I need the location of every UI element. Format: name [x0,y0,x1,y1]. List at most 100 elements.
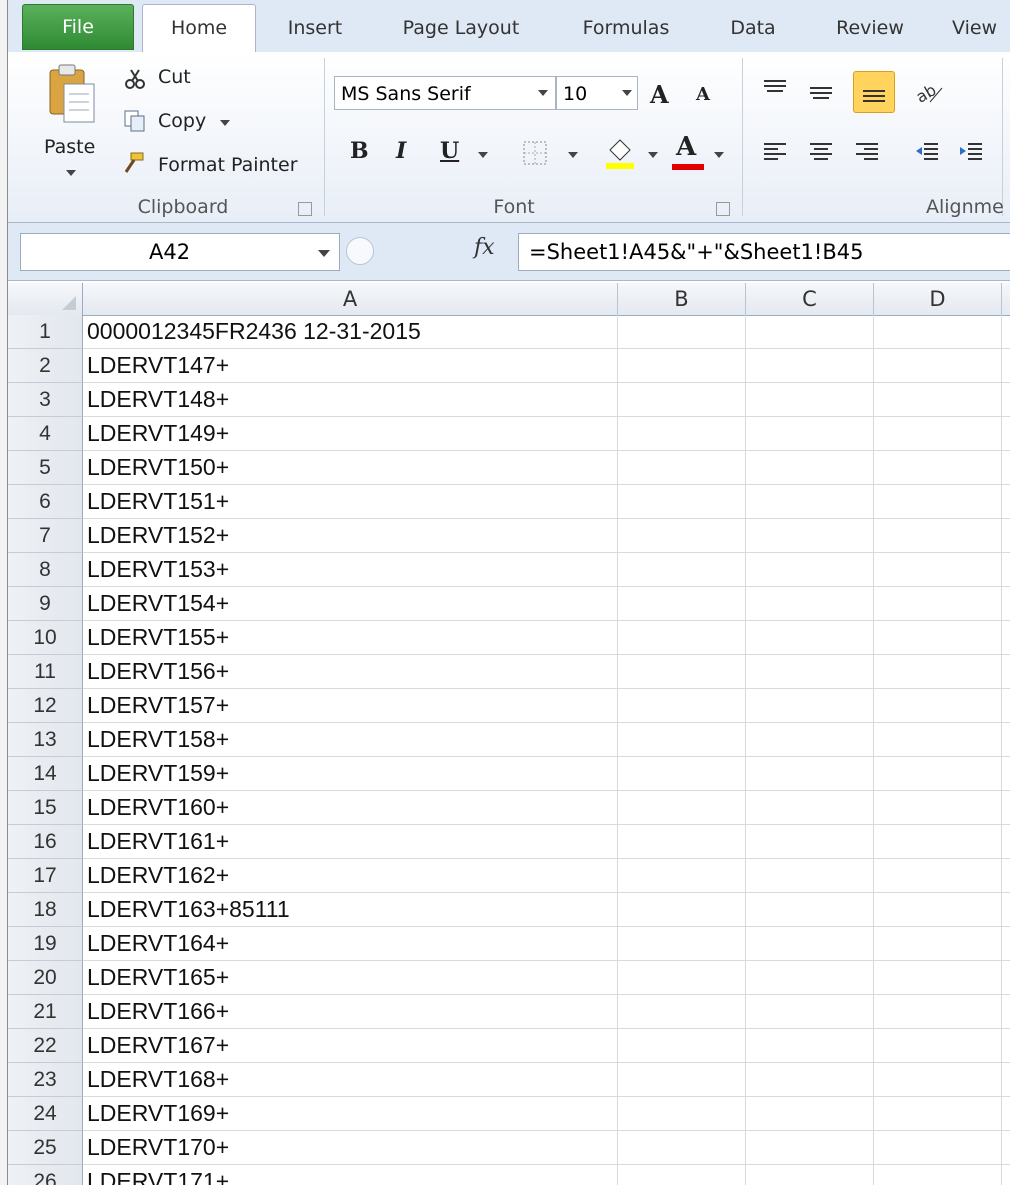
row-header[interactable]: 10 [8,621,83,655]
cell-b[interactable] [618,485,746,519]
paste-dropdown-icon[interactable] [66,170,76,176]
row-header[interactable]: 15 [8,791,83,825]
row-header[interactable]: 1 [8,315,83,349]
cell-c[interactable] [746,655,874,689]
grow-font-icon[interactable]: A [650,80,669,109]
cell-c[interactable] [746,1063,874,1097]
cell-c[interactable] [746,859,874,893]
paste-icon[interactable] [48,62,98,128]
cell-e[interactable] [1002,553,1010,587]
tab-file[interactable]: File [22,4,134,50]
font-launcher-icon[interactable] [716,202,730,216]
cell-e[interactable] [1002,723,1010,757]
paste-button[interactable]: Paste [44,136,95,158]
cell-d[interactable] [874,825,1002,859]
cell-a[interactable]: LDERVT159+ [83,757,618,791]
cell-b[interactable] [618,519,746,553]
cell-b[interactable] [618,587,746,621]
cell-a[interactable]: LDERVT150+ [83,451,618,485]
align-center-icon[interactable] [808,140,834,164]
font-color-dropdown-icon[interactable] [714,152,724,158]
row-header[interactable]: 22 [8,1029,83,1063]
column-header-b[interactable]: B [618,283,746,315]
cell-d[interactable] [874,417,1002,451]
cell-d[interactable] [874,757,1002,791]
cell-b[interactable] [618,927,746,961]
cell-b[interactable] [618,655,746,689]
cell-e[interactable] [1002,621,1010,655]
tab-page-layout[interactable]: Page Layout [386,8,536,48]
cell-d[interactable] [874,961,1002,995]
row-header[interactable]: 25 [8,1131,83,1165]
cell-a[interactable]: LDERVT164+ [83,927,618,961]
cell-d[interactable] [874,1131,1002,1165]
cell-d[interactable] [874,519,1002,553]
cell-b[interactable] [618,893,746,927]
cell-a[interactable]: LDERVT151+ [83,485,618,519]
row-header[interactable]: 11 [8,655,83,689]
copy-dropdown-icon[interactable] [220,120,230,126]
borders-dropdown-icon[interactable] [568,152,578,158]
cell-b[interactable] [618,723,746,757]
cell-c[interactable] [746,1029,874,1063]
cell-e[interactable] [1002,1131,1010,1165]
cell-b[interactable] [618,451,746,485]
cell-b[interactable] [618,1029,746,1063]
cell-d[interactable] [874,451,1002,485]
cell-c[interactable] [746,723,874,757]
cell-e[interactable] [1002,587,1010,621]
cell-c[interactable] [746,587,874,621]
column-header-d[interactable]: D [874,283,1002,315]
cell-a[interactable]: LDERVT153+ [83,553,618,587]
italic-button[interactable]: I [396,138,406,164]
cell-c[interactable] [746,961,874,995]
cell-d[interactable] [874,1063,1002,1097]
cell-d[interactable] [874,1097,1002,1131]
cell-d[interactable] [874,587,1002,621]
cell-e[interactable] [1002,757,1010,791]
cell-c[interactable] [746,519,874,553]
font-size-dropdown-icon[interactable] [622,90,632,96]
cell-e[interactable] [1002,315,1010,349]
tab-home[interactable]: Home [142,4,256,53]
cell-b[interactable] [618,621,746,655]
column-header-a[interactable]: A [83,283,618,315]
copy-button[interactable]: Copy [158,110,206,132]
shrink-font-icon[interactable]: A [696,84,710,105]
cell-a[interactable]: LDERVT147+ [83,349,618,383]
cell-e[interactable] [1002,859,1010,893]
cell-a[interactable]: LDERVT171+ [83,1165,618,1185]
cell-a[interactable]: LDERVT154+ [83,587,618,621]
row-header[interactable]: 18 [8,893,83,927]
cell-b[interactable] [618,1165,746,1185]
cell-c[interactable] [746,553,874,587]
increase-indent-icon[interactable] [958,140,984,164]
align-right-icon[interactable] [854,140,880,164]
row-header[interactable]: 20 [8,961,83,995]
format-painter-button[interactable]: Format Painter [158,154,298,176]
cell-d[interactable] [874,655,1002,689]
underline-button[interactable]: U [440,138,459,164]
cell-a[interactable]: LDERVT165+ [83,961,618,995]
top-align-icon[interactable] [762,78,788,100]
cell-b[interactable] [618,757,746,791]
cell-a[interactable]: LDERVT149+ [83,417,618,451]
formula-bar-expand-handle[interactable] [346,237,374,265]
cell-a[interactable]: LDERVT163+85111 [83,893,618,927]
cell-e[interactable] [1002,1165,1010,1185]
cell-b[interactable] [618,689,746,723]
cell-c[interactable] [746,995,874,1029]
cut-button[interactable]: Cut [158,66,191,88]
cell-a[interactable]: LDERVT161+ [83,825,618,859]
cell-a[interactable]: LDERVT167+ [83,1029,618,1063]
cell-b[interactable] [618,791,746,825]
font-family-select[interactable]: MS Sans Serif [334,76,556,110]
cell-e[interactable] [1002,417,1010,451]
tab-review[interactable]: Review [820,8,920,48]
cell-e[interactable] [1002,383,1010,417]
cell-e[interactable] [1002,349,1010,383]
tab-view[interactable]: View [952,8,1010,48]
row-header[interactable]: 9 [8,587,83,621]
cell-e[interactable] [1002,451,1010,485]
cell-c[interactable] [746,1097,874,1131]
